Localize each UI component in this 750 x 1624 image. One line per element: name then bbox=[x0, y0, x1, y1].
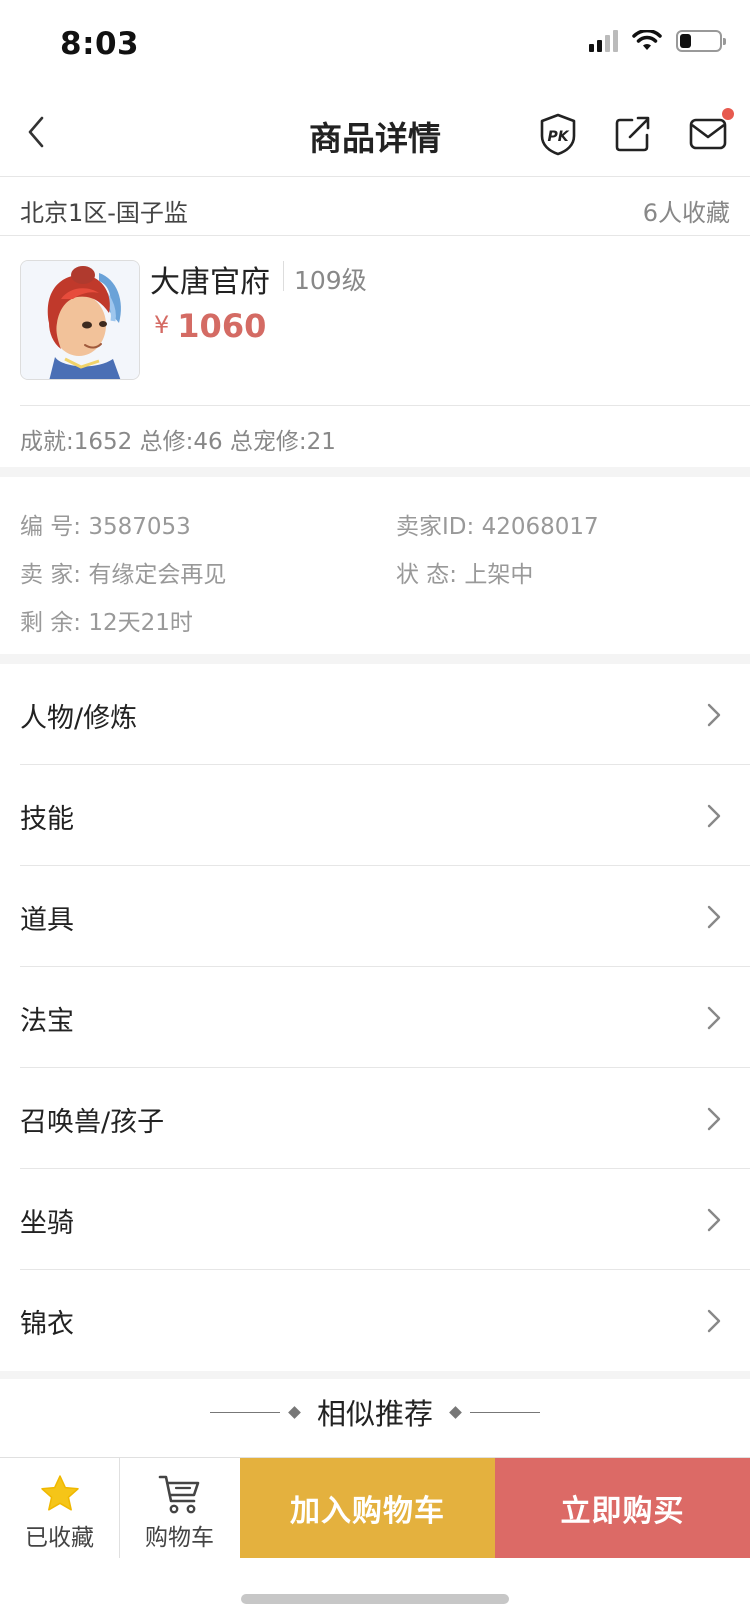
back-button[interactable] bbox=[18, 110, 66, 158]
share-button[interactable] bbox=[608, 110, 656, 158]
server-row: 北京1区-国子监 6人收藏 bbox=[0, 178, 750, 236]
notification-dot bbox=[722, 108, 734, 120]
diamond-icon bbox=[449, 1405, 462, 1419]
similar-header: 相似推荐 bbox=[0, 1391, 750, 1433]
divider bbox=[283, 261, 284, 291]
info-remaining-label: 剩 余: bbox=[20, 610, 82, 636]
stats-text: 成就:1652 总修:46 总宠修:21 bbox=[20, 429, 336, 455]
menu-item-label: 召唤兽/孩子 bbox=[20, 1107, 165, 1138]
menu-item-label: 锦衣 bbox=[20, 1309, 74, 1340]
avatar-illustration bbox=[21, 261, 139, 379]
character-level: 109级 bbox=[294, 266, 367, 295]
info-seller-label: 卖 家: bbox=[20, 562, 82, 588]
pk-icon: PK bbox=[540, 113, 576, 156]
info-seller: 卖 家: 有缘定会再见 bbox=[20, 555, 226, 589]
detail-menu: 人物/修炼 技能 道具 法宝 召唤兽/孩子 坐骑 锦衣 bbox=[0, 664, 750, 1371]
character-avatar[interactable] bbox=[20, 260, 140, 380]
price: ¥1060 bbox=[154, 307, 266, 345]
currency-symbol: ¥ bbox=[154, 311, 170, 339]
star-icon bbox=[40, 1475, 79, 1511]
decorative-line bbox=[209, 1411, 280, 1413]
similar-section: 相似推荐 bbox=[0, 1377, 750, 1457]
home-indicator bbox=[241, 1594, 509, 1604]
bottom-action-bar: 已收藏 购物车 加入购物车 立即购买 bbox=[0, 1457, 750, 1558]
menu-item-summons[interactable]: 召唤兽/孩子 bbox=[0, 1068, 750, 1169]
character-school: 大唐官府 bbox=[150, 265, 270, 300]
decorative-line bbox=[470, 1411, 540, 1413]
info-id: 编 号: 3587053 bbox=[20, 507, 191, 541]
info-status-value: 上架中 bbox=[464, 562, 534, 588]
diamond-icon bbox=[288, 1405, 301, 1419]
product-info: 编 号: 3587053 卖家ID: 42068017 卖 家: 有缘定会再见 … bbox=[0, 477, 750, 654]
add-to-cart-button[interactable]: 加入购物车 bbox=[240, 1458, 495, 1558]
share-icon bbox=[615, 116, 650, 152]
stats-row: 成就:1652 总修:46 总宠修:21 bbox=[0, 405, 750, 467]
info-seller-value: 有缘定会再见 bbox=[88, 562, 227, 588]
back-icon bbox=[28, 116, 44, 148]
info-remaining-value: 12天21时 bbox=[88, 610, 193, 636]
info-status: 状 态: 上架中 bbox=[396, 555, 533, 589]
chevron-right-icon bbox=[707, 905, 721, 929]
section-gap bbox=[0, 467, 750, 477]
nav-bar: 商品详情 PK bbox=[0, 92, 750, 177]
character-card: 大唐官府 109级 ¥1060 bbox=[0, 237, 750, 406]
menu-item-label: 道具 bbox=[20, 905, 74, 936]
menu-item-label: 法宝 bbox=[20, 1006, 74, 1037]
cart-label: 购物车 bbox=[145, 1525, 214, 1551]
favorites-count: 6人收藏 bbox=[642, 199, 730, 227]
buy-now-button[interactable]: 立即购买 bbox=[495, 1458, 750, 1558]
info-id-value: 3587053 bbox=[88, 514, 191, 540]
pk-button[interactable]: PK bbox=[534, 110, 582, 158]
menu-item-label: 技能 bbox=[20, 804, 74, 835]
battery-icon bbox=[676, 30, 726, 52]
chevron-right-icon bbox=[707, 804, 721, 828]
wifi-icon bbox=[632, 30, 662, 50]
message-button[interactable] bbox=[684, 108, 734, 158]
info-remaining: 剩 余: 12天21时 bbox=[20, 603, 193, 637]
status-bar: 8:03 bbox=[0, 0, 750, 92]
cart-button[interactable]: 购物车 bbox=[120, 1458, 239, 1558]
similar-title: 相似推荐 bbox=[316, 1397, 433, 1431]
section-gap bbox=[0, 654, 750, 664]
menu-item-mounts[interactable]: 坐骑 bbox=[0, 1169, 750, 1270]
menu-item-skills[interactable]: 技能 bbox=[0, 765, 750, 866]
chevron-right-icon bbox=[707, 1309, 721, 1333]
favorite-label: 已收藏 bbox=[25, 1525, 94, 1551]
menu-item-treasures[interactable]: 法宝 bbox=[0, 967, 750, 1068]
chevron-right-icon bbox=[707, 1107, 721, 1131]
price-amount: 1060 bbox=[177, 307, 267, 345]
favorite-button[interactable]: 已收藏 bbox=[0, 1458, 119, 1558]
svg-text:PK: PK bbox=[547, 129, 569, 145]
server-name: 北京1区-国子监 bbox=[20, 199, 188, 227]
status-icons bbox=[589, 30, 726, 52]
menu-item-items[interactable]: 道具 bbox=[0, 866, 750, 967]
info-status-label: 状 态: bbox=[396, 562, 458, 588]
info-id-label: 编 号: bbox=[20, 514, 82, 540]
cellular-signal-icon bbox=[589, 30, 618, 52]
menu-item-label: 人物/修炼 bbox=[20, 703, 138, 734]
menu-item-character[interactable]: 人物/修炼 bbox=[0, 664, 750, 765]
status-time: 8:03 bbox=[60, 26, 140, 62]
chevron-right-icon bbox=[707, 703, 721, 727]
chevron-right-icon bbox=[707, 1006, 721, 1030]
cart-icon bbox=[158, 1475, 199, 1514]
menu-item-outfits[interactable]: 锦衣 bbox=[0, 1270, 750, 1371]
chevron-right-icon bbox=[707, 1208, 721, 1232]
menu-item-label: 坐骑 bbox=[20, 1208, 74, 1239]
info-seller-id-value: 42068017 bbox=[481, 514, 599, 540]
info-seller-id-label: 卖家ID: bbox=[396, 514, 475, 540]
info-seller-id: 卖家ID: 42068017 bbox=[396, 507, 599, 541]
